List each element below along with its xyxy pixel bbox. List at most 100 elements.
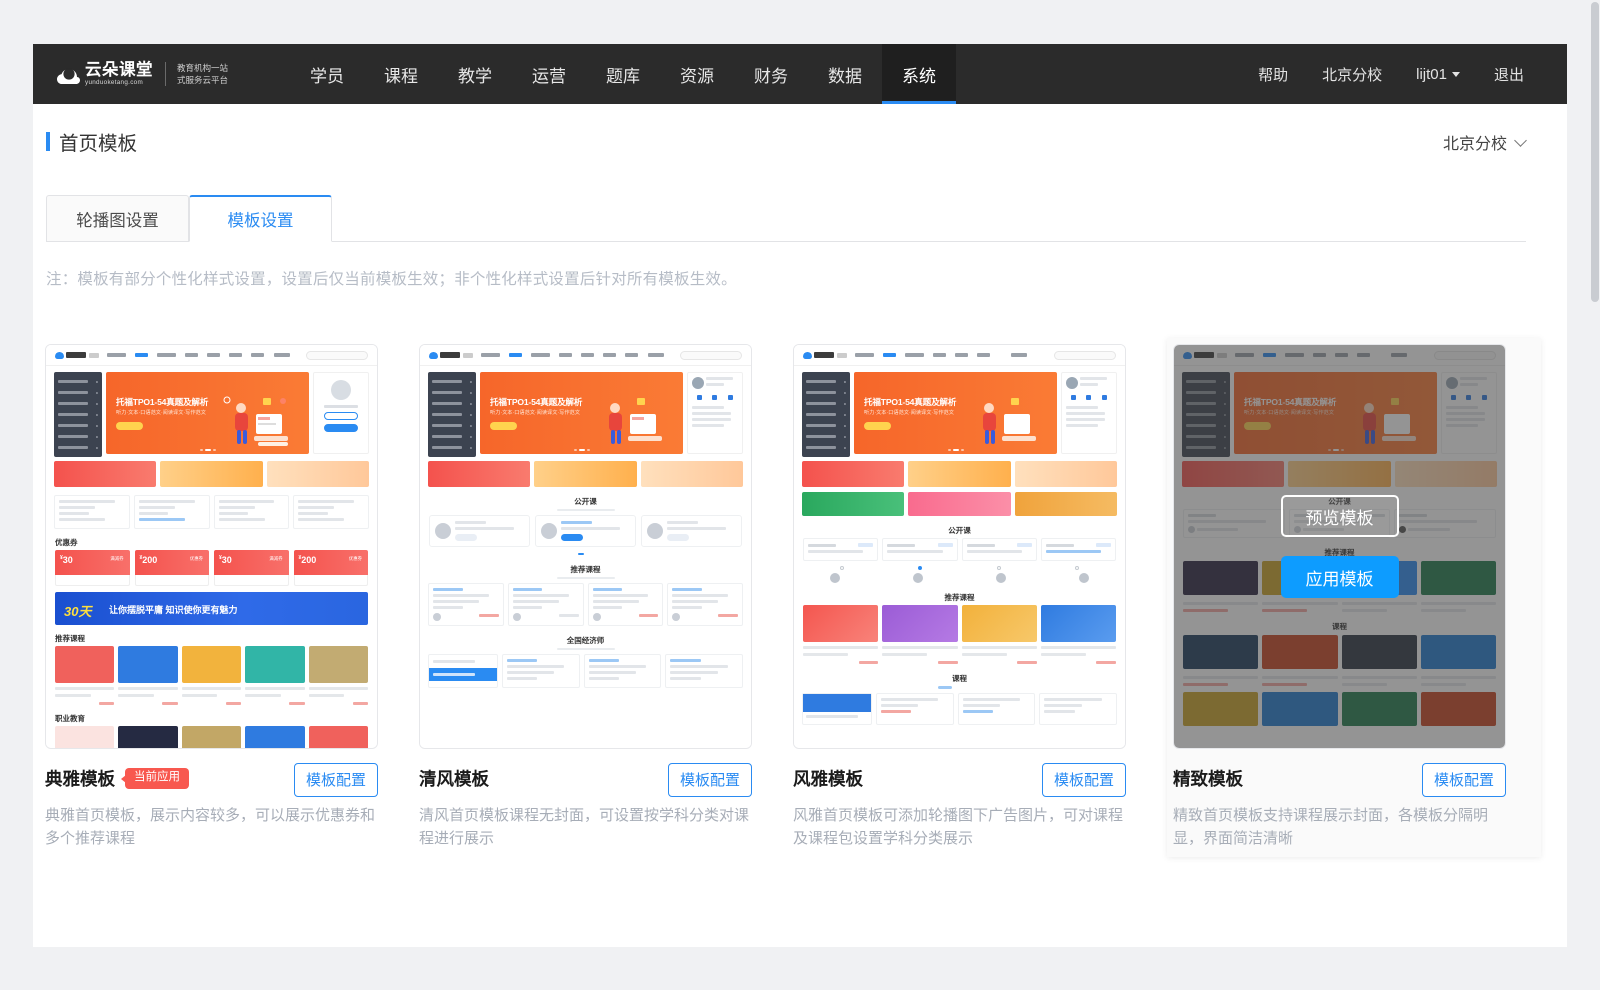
branch-selector-label: 北京分校	[1443, 130, 1507, 154]
mini-download-app	[1011, 353, 1027, 357]
mini-icon	[1102, 395, 1107, 400]
avatar	[1079, 573, 1089, 583]
template-thumbnail-fengya[interactable]: 托福TPO1-54真题及解析 听力·文本·口语范文·阅读译文·写作范文	[793, 344, 1126, 749]
mini-hero-title: 托福TPO1-54真题及解析	[116, 396, 208, 408]
mini-course-card	[502, 654, 580, 688]
mini-section-title-course: 课程	[794, 673, 1125, 684]
mini-open-class-card	[803, 538, 878, 561]
branch-label[interactable]: 北京分校	[1305, 64, 1399, 85]
template-title-row: 精致模板 模板配置	[1173, 766, 1506, 791]
mini-coupon: ¥30满减券	[214, 550, 289, 586]
nav-item-resources[interactable]: 资源	[660, 44, 734, 104]
user-menu[interactable]: lijt01	[1399, 66, 1477, 83]
brand-logo[interactable]: 云朵课堂 yunduoketang.com 教育机构一站 式服务云平台	[56, 62, 228, 87]
mini-tile	[55, 646, 114, 705]
template-thumbnail-jingzhi[interactable]: 托福TPO1-54真题及解析 听力·文本·口语范文·阅读译文·写作范文	[1173, 344, 1506, 749]
template-config-button[interactable]: 模板配置	[1042, 763, 1126, 797]
mini-ad-banner	[267, 461, 369, 487]
help-link[interactable]: 帮助	[1241, 64, 1305, 85]
nav-item-courses[interactable]: 课程	[364, 44, 438, 104]
mini-coupon-amount: 30	[63, 555, 73, 565]
mini-ad-row	[794, 457, 1125, 487]
mini-nav-item	[207, 353, 220, 357]
preview-template-button[interactable]: 预览模板	[1281, 495, 1399, 537]
template-meta-fengya: 风雅模板 模板配置 风雅首页模板可添加轮播图下广告图片，可对课程及课程包设置学科…	[793, 766, 1126, 851]
mini-nav-item	[481, 353, 500, 357]
mini-hero-row: 托福TPO1-54真题及解析 听力·文本·口语范文·阅读译文·写作范文	[420, 366, 751, 457]
mini-course-row	[794, 693, 1125, 725]
mini-hero-row: 托福TPO1-54真题及解析 听力·文本·口语范文·阅读译文·写作范文	[46, 366, 377, 457]
mini-section-sub	[557, 577, 615, 579]
template-config-button[interactable]: 模板配置	[294, 763, 378, 797]
scrollbar-thumb[interactable]	[1591, 2, 1599, 302]
mini-nav-item	[581, 353, 594, 357]
nav-item-students[interactable]: 学员	[290, 44, 364, 104]
mini-course-card	[54, 495, 130, 529]
mini-nav-item	[905, 353, 924, 357]
mini-hero-dots	[200, 449, 216, 451]
top-navigation-bar: 云朵课堂 yunduoketang.com 教育机构一站 式服务云平台 学员 课…	[33, 44, 1567, 104]
mini-category-item	[432, 431, 472, 442]
mini-chip	[957, 686, 971, 689]
mini-teacher-card	[535, 515, 636, 547]
mini-nav-item	[977, 353, 990, 357]
tab-carousel-settings[interactable]: 轮播图设置	[46, 195, 189, 242]
window-scrollbar[interactable]	[1590, 0, 1600, 990]
avatar	[692, 377, 704, 389]
mini-dot	[997, 566, 1001, 570]
template-card-qingfeng: 托福TPO1-54真题及解析 听力·文本·口语范文·阅读译文·写作范文	[419, 344, 793, 857]
mini-category-item	[806, 387, 846, 398]
mini-category-item	[806, 398, 846, 409]
mini-open-class-card	[882, 538, 957, 561]
mini-hero-dots	[574, 449, 590, 451]
mini-recommend-row	[420, 583, 751, 626]
template-config-button[interactable]: 模板配置	[668, 763, 752, 797]
template-description: 风雅首页模板可添加轮播图下广告图片，可对课程及课程包设置学科分类展示	[793, 804, 1123, 851]
nav-item-operations[interactable]: 运营	[512, 44, 586, 104]
apply-template-button[interactable]: 应用模板	[1281, 556, 1399, 598]
mini-header	[420, 345, 751, 366]
branch-selector[interactable]: 北京分校	[1443, 130, 1525, 154]
mini-category-item	[58, 398, 98, 409]
mini-logo-text	[66, 352, 86, 358]
nav-item-question-bank[interactable]: 题库	[586, 44, 660, 104]
mini-teacher-row	[420, 515, 751, 547]
template-config-button[interactable]: 模板配置	[1422, 763, 1506, 797]
mini-icon	[1071, 395, 1076, 400]
mini-user-row	[1066, 377, 1112, 389]
mini-coupon-amount: 30	[222, 555, 232, 565]
nav-item-system[interactable]: 系统	[882, 44, 956, 104]
mini-tile	[245, 726, 304, 749]
template-description: 清风首页模板课程无封面，可设置按学科分类对课程进行展示	[419, 804, 749, 851]
template-name: 风雅模板	[793, 766, 863, 791]
brand-tagline: 教育机构一站 式服务云平台	[177, 62, 228, 87]
mini-category-item	[806, 420, 846, 431]
tab-template-settings[interactable]: 模板设置	[189, 195, 332, 242]
page-title-row: 首页模板	[46, 127, 137, 156]
template-thumbnail-dianya[interactable]: 托福TPO1-54真题及解析 听力·文本·口语范文·阅读译文·写作范文	[45, 344, 378, 749]
mini-open-class-card	[1041, 538, 1116, 561]
nav-item-teaching[interactable]: 教学	[438, 44, 512, 104]
nav-item-data[interactable]: 数据	[808, 44, 882, 104]
nav-right-group: 帮助 北京分校 lijt01 退出	[1241, 64, 1541, 85]
cloud-icon	[55, 352, 64, 359]
mini-register-button	[324, 424, 358, 432]
mini-coupon: ¥30满减券	[55, 550, 130, 586]
nav-item-finance[interactable]: 财务	[734, 44, 808, 104]
template-thumbnail-qingfeng[interactable]: 托福TPO1-54真题及解析 听力·文本·口语范文·阅读译文·写作范文	[419, 344, 752, 749]
mini-logo-tag	[89, 353, 99, 358]
logout-link[interactable]: 退出	[1477, 64, 1541, 85]
mini-search-box	[306, 351, 368, 360]
mini-nav	[107, 353, 264, 357]
mini-chip-active	[938, 686, 952, 689]
mini-section-sub	[557, 648, 615, 650]
mini-tile	[882, 605, 957, 664]
mini-body: 托福TPO1-54真题及解析 听力·文本·口语范文·阅读译文·写作范文	[794, 366, 1125, 725]
mini-tile	[962, 605, 1037, 664]
mini-ad-banner	[160, 461, 262, 487]
title-accent-bar	[46, 132, 50, 151]
mini-category-sidebar	[802, 372, 850, 457]
mini-body: 托福TPO1-54真题及解析 听力·文本·口语范文·阅读译文·写作范文	[420, 366, 751, 688]
chevron-down-icon	[1452, 72, 1460, 77]
mini-coupon: ¥200优惠券	[135, 550, 210, 586]
